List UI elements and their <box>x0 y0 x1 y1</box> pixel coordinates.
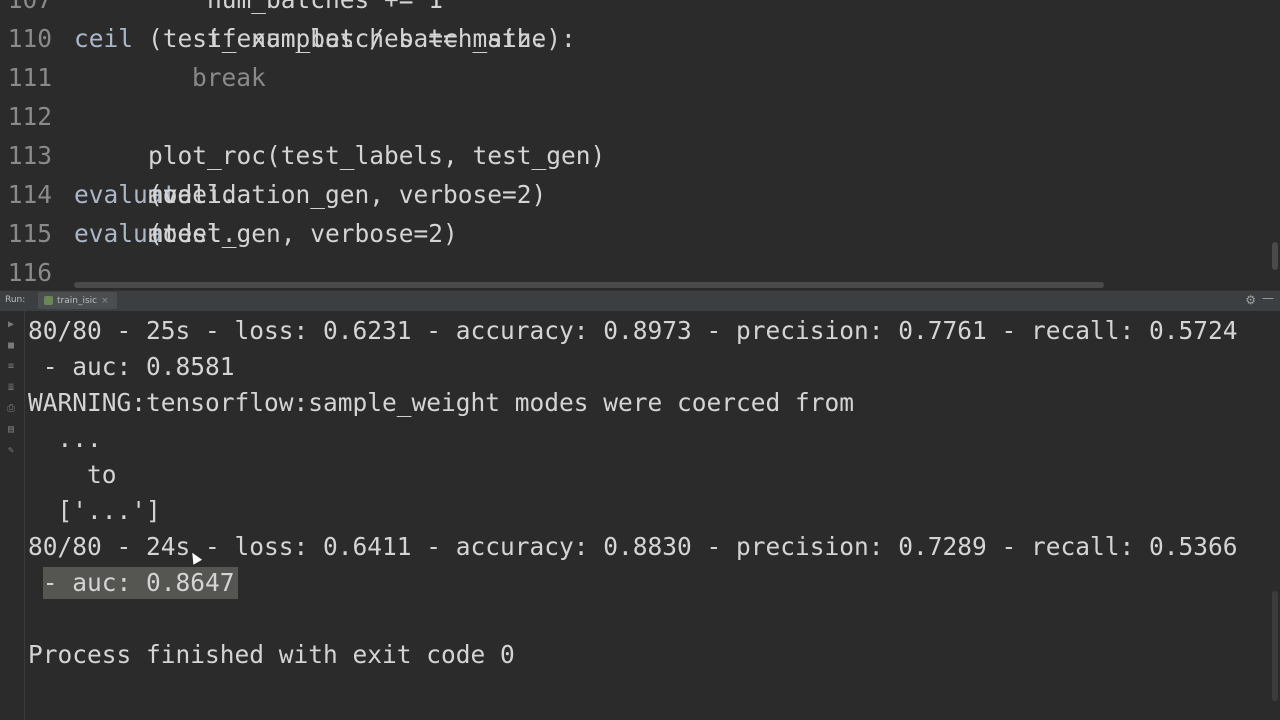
run-console[interactable]: ▶ ■ ≡ ≣ ⎙ ▤ ✎ 80/80 - 25s - loss: 0.6231… <box>0 311 1280 720</box>
line-number: 110 <box>7 24 52 53</box>
console-vertical-scrollbar[interactable] <box>1272 591 1278 701</box>
python-run-icon <box>44 296 53 305</box>
run-toolbar: Run: train_isic × ⚙ — <box>0 290 1280 312</box>
code-token: ceil <box>74 24 134 53</box>
console-line: WARNING:tensorflow:sample_weight modes w… <box>28 388 855 417</box>
line-number: 116 <box>7 258 52 287</box>
editor-vertical-scrollbar[interactable] <box>1272 242 1278 270</box>
print-icon[interactable]: ⎙ <box>5 403 17 415</box>
stop-icon[interactable]: ■ <box>5 340 17 352</box>
line-number: 111 <box>7 63 52 92</box>
line-code: model. evaluate (test_gen, verbose=2) <box>74 214 458 253</box>
scroll-icon[interactable]: ≣ <box>5 382 17 394</box>
console-line: 80/80 - 24s - loss: 0.6411 - accuracy: 0… <box>28 532 1238 561</box>
console-line: Process finished with exit code 0 <box>28 640 515 669</box>
code-token: plot_roc(test_labels, test_gen) <box>148 141 606 170</box>
code-token: num_batches += 1 <box>148 0 443 19</box>
line-number: 114 <box>7 180 52 209</box>
pin-icon[interactable]: ✎ <box>5 445 17 457</box>
delete-icon[interactable]: ▤ <box>5 424 17 436</box>
console-line: - auc: 0.8647 <box>28 568 235 597</box>
console-line: ['...'] <box>28 496 161 525</box>
console-line: 80/80 - 25s - loss: 0.6231 - accuracy: 0… <box>28 316 1238 345</box>
line-code: if num_batches == math. ceil (test_example… <box>74 19 576 58</box>
code-token: (test_gen, verbose=2) <box>148 219 458 248</box>
close-icon[interactable]: × <box>101 296 109 306</box>
tab-train-isic[interactable]: train_isic × <box>38 292 117 309</box>
line-number: 107 <box>4 0 52 19</box>
code-editor[interactable]: 107 num_batches += 1 110 if num_batches =… <box>0 0 1280 290</box>
run-label: Run: <box>5 295 26 305</box>
code-token: (test_examples / batch_size): <box>148 24 576 53</box>
code-token: break <box>74 63 266 92</box>
console-line: - auc: 0.8581 <box>28 352 235 381</box>
gear-icon[interactable]: ⚙ <box>1245 293 1256 307</box>
line-code: model. evaluate (validation_gen, verbose=2… <box>74 175 546 214</box>
line-number: 115 <box>7 219 52 248</box>
console-line: to <box>28 460 117 489</box>
rerun-icon[interactable]: ≡ <box>5 361 17 373</box>
console-line: ... <box>28 424 102 453</box>
console-toolstrip: ▶ ■ ≡ ≣ ⎙ ▤ ✎ <box>0 311 25 720</box>
play-icon[interactable]: ▶ <box>5 319 17 331</box>
line-number: 113 <box>7 141 52 170</box>
code-token: (validation_gen, verbose=2) <box>148 180 547 209</box>
minimize-icon[interactable]: — <box>1262 291 1274 305</box>
line-code: break <box>74 58 266 97</box>
line-number: 112 <box>7 102 52 131</box>
tab-label: train_isic <box>57 295 98 306</box>
editor-horizontal-scrollbar[interactable] <box>74 282 1104 288</box>
